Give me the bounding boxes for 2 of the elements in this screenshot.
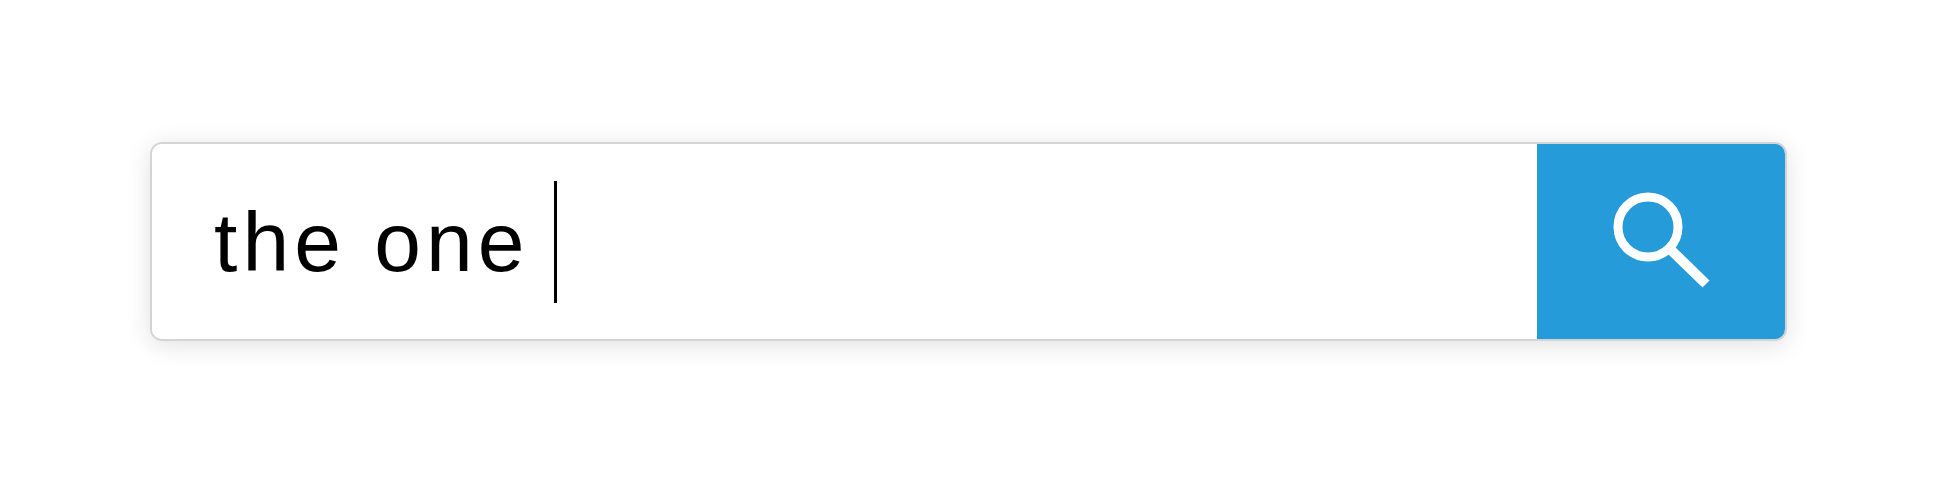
search-field[interactable]: the one xyxy=(152,144,1537,339)
search-button[interactable] xyxy=(1537,144,1785,339)
